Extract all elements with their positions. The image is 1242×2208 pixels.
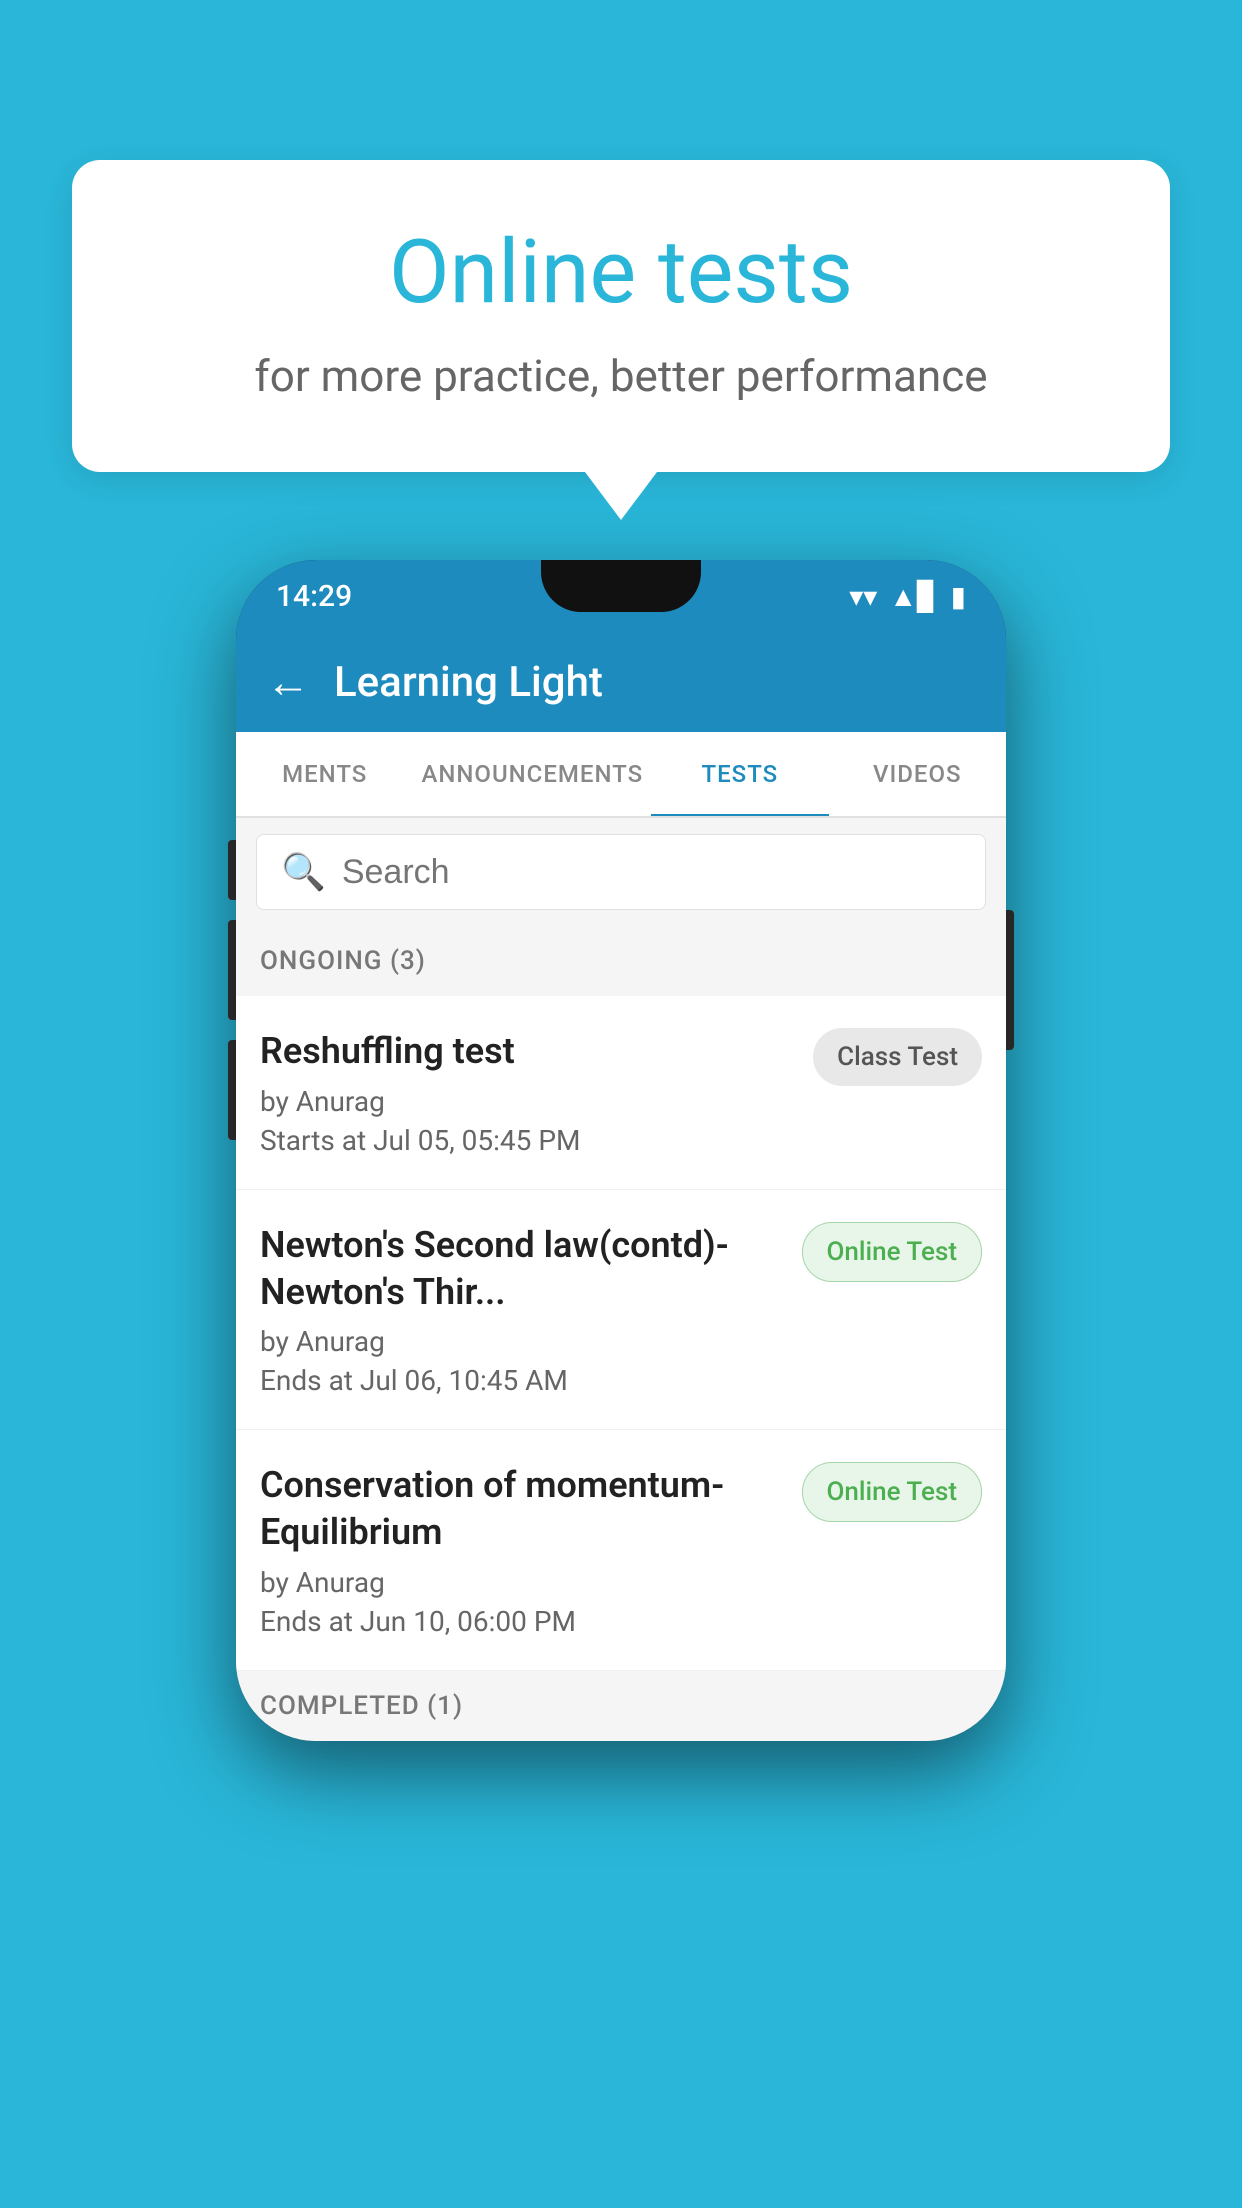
- bubble-arrow: [585, 472, 657, 520]
- tab-announcements[interactable]: ANNOUNCEMENTS: [413, 732, 651, 816]
- ongoing-section-header: ONGOING (3): [236, 926, 1006, 996]
- test-item[interactable]: Newton's Second law(contd)-Newton's Thir…: [236, 1190, 1006, 1431]
- phone-mockup: 14:29 ▾▾ ▲▊ ▮ ← Learning Light MENTS ANN…: [236, 560, 1006, 1741]
- test-info: Newton's Second law(contd)-Newton's Thir…: [260, 1222, 786, 1398]
- test-list: Reshuffling test by Anurag Starts at Jul…: [236, 996, 1006, 1671]
- test-badge-online: Online Test: [802, 1462, 983, 1522]
- test-name: Reshuffling test: [260, 1028, 797, 1075]
- silent-button: [228, 1040, 236, 1140]
- test-name: Conservation of momentum-Equilibrium: [260, 1462, 786, 1556]
- status-icons: ▾▾ ▲▊ ▮: [849, 580, 966, 613]
- bubble-card: Online tests for more practice, better p…: [72, 160, 1170, 472]
- test-by: by Anurag: [260, 1566, 786, 1599]
- test-info: Conservation of momentum-Equilibrium by …: [260, 1462, 786, 1638]
- bubble-subtitle: for more practice, better performance: [152, 350, 1090, 402]
- ongoing-title: ONGOING (3): [260, 946, 426, 976]
- search-input[interactable]: [342, 853, 961, 892]
- test-name: Newton's Second law(contd)-Newton's Thir…: [260, 1222, 786, 1316]
- volume-down-button: [228, 920, 236, 1020]
- test-by: by Anurag: [260, 1085, 797, 1118]
- wifi-icon: ▾▾: [849, 580, 877, 613]
- completed-title: COMPLETED (1): [260, 1691, 463, 1721]
- test-info: Reshuffling test by Anurag Starts at Jul…: [260, 1028, 797, 1157]
- tab-videos[interactable]: VIDEOS: [829, 732, 1006, 816]
- signal-icon: ▲▊: [889, 580, 938, 613]
- app-title: Learning Light: [334, 658, 603, 707]
- test-badge-online: Online Test: [802, 1222, 983, 1282]
- volume-up-button: [228, 840, 236, 900]
- test-time: Ends at Jun 10, 06:00 PM: [260, 1605, 786, 1638]
- test-badge-class: Class Test: [813, 1028, 982, 1086]
- power-button: [1006, 910, 1014, 1050]
- battery-icon: ▮: [951, 580, 966, 613]
- test-item[interactable]: Conservation of momentum-Equilibrium by …: [236, 1430, 1006, 1671]
- test-by: by Anurag: [260, 1325, 786, 1358]
- notch: [541, 560, 701, 612]
- tab-tests[interactable]: TESTS: [651, 732, 828, 816]
- screen-content: 🔍 ONGOING (3) Reshuffling test by Anurag…: [236, 818, 1006, 1741]
- search-icon: 🔍: [281, 851, 326, 893]
- test-item[interactable]: Reshuffling test by Anurag Starts at Jul…: [236, 996, 1006, 1190]
- back-button[interactable]: ←: [266, 656, 310, 708]
- search-container: 🔍: [236, 818, 1006, 926]
- completed-section-header: COMPLETED (1): [236, 1671, 1006, 1741]
- app-header: ← Learning Light: [236, 632, 1006, 732]
- test-time: Ends at Jul 06, 10:45 AM: [260, 1364, 786, 1397]
- status-bar: 14:29 ▾▾ ▲▊ ▮: [236, 560, 1006, 632]
- bubble-title: Online tests: [152, 220, 1090, 326]
- test-time: Starts at Jul 05, 05:45 PM: [260, 1124, 797, 1157]
- tab-bar: MENTS ANNOUNCEMENTS TESTS VIDEOS: [236, 732, 1006, 818]
- tab-ments[interactable]: MENTS: [236, 732, 413, 816]
- search-bar[interactable]: 🔍: [256, 834, 986, 910]
- status-time: 14:29: [276, 579, 352, 614]
- promo-bubble: Online tests for more practice, better p…: [72, 160, 1170, 520]
- phone-screen: 14:29 ▾▾ ▲▊ ▮ ← Learning Light MENTS ANN…: [236, 560, 1006, 1741]
